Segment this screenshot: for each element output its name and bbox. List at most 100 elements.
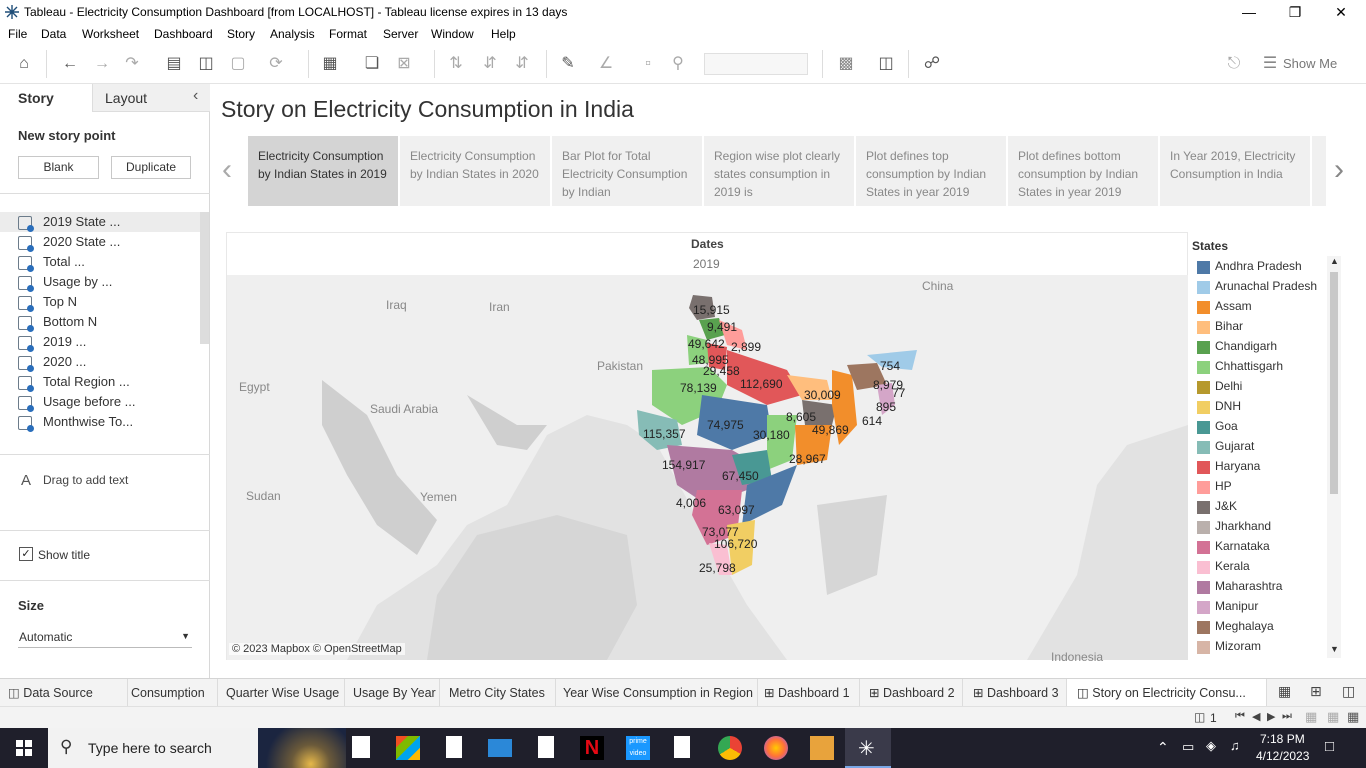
home-icon[interactable]: ⌂ <box>14 54 34 74</box>
tab-consumption[interactable]: Consumption <box>128 679 218 707</box>
collapse-pane-icon[interactable]: ‹ <box>193 87 198 105</box>
file-icon[interactable] <box>352 736 370 758</box>
show-cards-icon[interactable]: ▩ <box>836 54 856 74</box>
battery-icon[interactable]: ▭ <box>1182 739 1194 755</box>
menu-format[interactable]: Format <box>329 27 367 41</box>
clock-time[interactable]: 7:18 PM <box>1260 732 1305 746</box>
legend-scrollbar[interactable]: ▲ ▼ <box>1327 256 1341 658</box>
legend-scroll-thumb[interactable] <box>1330 272 1338 494</box>
redo-icon[interactable]: → <box>92 54 112 74</box>
replay-icon[interactable]: ↷ <box>122 54 142 74</box>
sort-descending-icon[interactable]: ⇵ <box>512 54 532 74</box>
store-icon[interactable] <box>396 736 420 760</box>
mail-icon[interactable] <box>488 739 512 757</box>
windows-start-icon[interactable] <box>16 740 32 756</box>
fit-dropdown[interactable] <box>704 53 808 75</box>
sheet-list-scrollbar[interactable] <box>200 212 209 344</box>
minimize-button[interactable]: — <box>1226 2 1272 22</box>
tab-metro-city-states[interactable]: Metro City States <box>440 679 556 707</box>
volume-icon[interactable]: ♫ <box>1230 738 1240 753</box>
save-icon[interactable]: ▤ <box>164 54 184 74</box>
tableau-taskbar-button[interactable]: ✳ <box>845 728 891 768</box>
prev-sheet-icon[interactable]: ◀ <box>1252 710 1260 723</box>
text-label-icon[interactable]: ▫ <box>638 54 658 74</box>
tab-year-wise-consumption[interactable]: Year Wise Consumption in Region <box>556 679 758 707</box>
tab-dashboard-2[interactable]: ⊞ Dashboard 2 <box>860 679 963 707</box>
sheet-item[interactable]: Monthwise To... <box>18 413 198 433</box>
clock-date[interactable]: 4/12/2023 <box>1256 749 1309 763</box>
close-button[interactable]: ✕ <box>1318 2 1364 22</box>
tab-layout[interactable]: Layout ‹ <box>92 84 210 112</box>
story-point[interactable]: Electricity Consumption by Indian States… <box>248 136 398 206</box>
tab-story[interactable]: ◫ Story on Electricity Consu... <box>1067 679 1267 707</box>
next-sheet-icon[interactable]: ▶ <box>1267 710 1275 723</box>
attach-icon[interactable]: ∠ <box>596 54 616 74</box>
scroll-down-icon[interactable]: ▼ <box>1330 644 1339 654</box>
tab-quarter-wise-usage[interactable]: Quarter Wise Usage <box>218 679 345 707</box>
tray-chevron-icon[interactable]: ⌃ <box>1157 739 1169 756</box>
swap-icon[interactable]: ⇅ <box>446 54 466 74</box>
refresh-icon[interactable]: ⟳ <box>266 54 286 74</box>
tab-dashboard-3[interactable]: ⊞ Dashboard 3 <box>963 679 1067 707</box>
firefox-icon[interactable] <box>764 736 788 760</box>
story-point[interactable]: Region wise plot clearly states consumpt… <box>704 136 854 206</box>
tab-story[interactable]: Story <box>0 84 92 112</box>
drag-to-add-text[interactable]: Drag to add text <box>43 473 128 487</box>
last-sheet-icon[interactable]: ⏭ <box>1282 710 1292 723</box>
story-point[interactable]: Electricity Consumption by Indian States… <box>400 136 550 206</box>
story-point[interactable]: Plot defines top consumption by Indian S… <box>856 136 1006 206</box>
size-dropdown[interactable]: Automatic ▼ <box>18 626 192 648</box>
tab-dashboard-1[interactable]: ⊞ Dashboard 1 <box>758 679 860 707</box>
sort-ascending-icon[interactable]: ⇵ <box>480 54 500 74</box>
duplicate-sheet-icon[interactable]: ❏ <box>362 54 382 74</box>
menu-data[interactable]: Data <box>41 27 66 41</box>
menu-help[interactable]: Help <box>491 27 516 41</box>
file-icon[interactable] <box>446 736 462 758</box>
menu-analysis[interactable]: Analysis <box>270 27 315 41</box>
new-story-icon[interactable]: ◫ <box>1342 683 1355 700</box>
wifi-icon[interactable]: ◈ <box>1206 738 1216 754</box>
sheet-item[interactable]: 2020 State ... <box>18 233 198 253</box>
menu-dashboard[interactable]: Dashboard <box>154 27 213 41</box>
story-point[interactable]: Plot defines bottom consumption by India… <box>1008 136 1158 206</box>
sheet-item[interactable]: Top N <box>18 293 198 313</box>
sheet-item[interactable]: 2019 ... <box>18 333 198 353</box>
sheet-item[interactable]: Usage before ... <box>18 393 198 413</box>
menu-story[interactable]: Story <box>227 27 255 41</box>
taskbar-search[interactable]: ⚲ Type here to search <box>48 728 346 768</box>
chrome-icon[interactable] <box>718 736 742 760</box>
story-point-partial[interactable] <box>1312 136 1326 206</box>
netflix-icon[interactable]: N <box>580 736 604 760</box>
first-sheet-icon[interactable]: ⏮ <box>1235 710 1245 723</box>
show-filmstrip-icon[interactable]: ▦ <box>1305 709 1317 725</box>
next-point-icon[interactable]: › <box>1334 155 1354 185</box>
scroll-up-icon[interactable]: ▲ <box>1330 256 1339 266</box>
new-datasource-icon[interactable]: ◫ <box>196 54 216 74</box>
file-icon[interactable] <box>674 736 690 758</box>
clear-sheet-icon[interactable]: ⊠ <box>394 54 414 74</box>
duplicate-button[interactable]: Duplicate <box>111 156 191 179</box>
new-worksheet-icon[interactable]: ▦ <box>1278 683 1291 700</box>
menu-file[interactable]: File <box>8 27 27 41</box>
highlight-icon[interactable]: ✎ <box>558 54 578 74</box>
new-worksheet-icon[interactable]: ▦ <box>320 54 340 74</box>
notification-icon[interactable]: □ <box>1325 738 1334 755</box>
story-point[interactable]: Bar Plot for Total Electricity Consumpti… <box>552 136 702 206</box>
story-point[interactable]: In Year 2019, Electricity Consumption in… <box>1160 136 1310 206</box>
sheet-item[interactable]: 2020 ... <box>18 353 198 373</box>
show-sorter-icon[interactable]: ▦ <box>1327 709 1339 725</box>
menu-window[interactable]: Window <box>431 27 474 41</box>
sheet-item[interactable]: Bottom N <box>18 313 198 333</box>
show-me-icon[interactable]: ☰ <box>1260 54 1280 74</box>
tab-usage-by-year[interactable]: Usage By Year <box>345 679 440 707</box>
app-icon[interactable] <box>810 736 834 760</box>
pin-icon[interactable]: ⚲ <box>668 54 688 74</box>
prime-video-icon[interactable]: prime video <box>626 736 650 760</box>
undo-icon[interactable]: ← <box>60 54 80 74</box>
show-me-button[interactable]: Show Me <box>1283 56 1337 71</box>
pause-updates-icon[interactable]: ▢ <box>228 54 248 74</box>
share-icon[interactable]: ☍ <box>922 54 942 74</box>
previous-point-icon[interactable]: ‹ <box>222 155 242 185</box>
menu-server[interactable]: Server <box>383 27 418 41</box>
sheet-item[interactable]: Total Region ... <box>18 373 198 393</box>
